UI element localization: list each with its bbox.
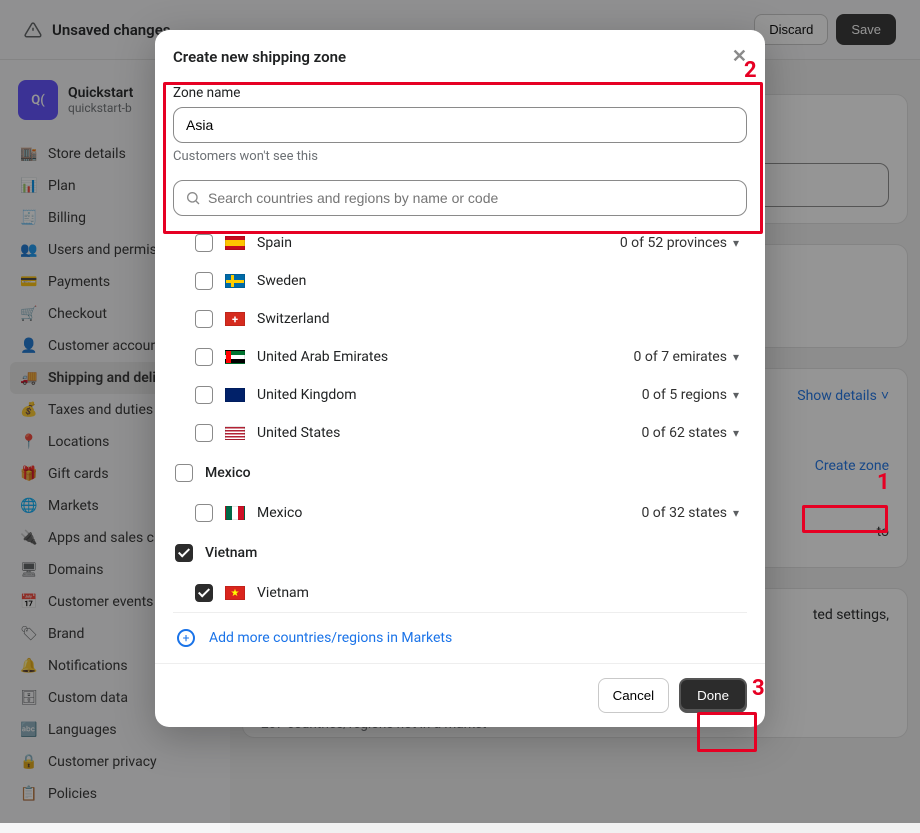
country-row[interactable]: United Arab Emirates 0 of 7 emirates ▾ <box>171 338 743 376</box>
zone-name-input[interactable] <box>173 107 747 143</box>
zone-help-text: Customers won't see this <box>173 149 747 164</box>
checkbox-country[interactable] <box>195 348 213 366</box>
country-row[interactable]: + Switzerland <box>171 300 743 338</box>
flag-icon <box>225 236 245 250</box>
country-label: United Arab Emirates <box>257 349 388 365</box>
subdivision-link[interactable]: 0 of 32 states ▾ <box>641 505 739 521</box>
chevron-down-icon: ▾ <box>733 388 739 402</box>
shipping-zone-modal: Create new shipping zone ✕ Zone name Cus… <box>155 30 765 727</box>
country-label: Mexico <box>257 505 302 521</box>
subdivision-link[interactable]: 0 of 52 provinces ▾ <box>620 235 739 251</box>
country-label: Sweden <box>257 273 306 289</box>
country-row[interactable]: United Kingdom 0 of 5 regions ▾ <box>171 376 743 414</box>
country-list[interactable]: Spain 0 of 52 provinces ▾ Sweden + Switze… <box>171 224 749 612</box>
subdivision-link[interactable]: 0 of 5 regions ▾ <box>642 387 739 403</box>
flag-icon <box>225 388 245 402</box>
group-label: Mexico <box>205 465 251 481</box>
chevron-down-icon: ▾ <box>733 506 739 520</box>
checkbox-country[interactable] <box>195 310 213 328</box>
country-row[interactable]: United States 0 of 62 states ▾ <box>171 414 743 452</box>
subdivision-count: 0 of 5 regions <box>642 387 727 403</box>
subdivision-count: 0 of 52 provinces <box>620 235 727 251</box>
checkbox-country[interactable] <box>195 424 213 442</box>
country-label: Spain <box>257 235 292 251</box>
subdivision-link[interactable]: 0 of 7 emirates ▾ <box>634 349 739 365</box>
flag-icon <box>225 426 245 440</box>
flag-icon: ★ <box>225 586 245 600</box>
close-icon[interactable]: ✕ <box>732 46 747 67</box>
country-row[interactable]: Spain 0 of 52 provinces ▾ <box>171 224 743 262</box>
add-more-label: Add more countries/regions in Markets <box>209 630 452 646</box>
chevron-down-icon: ▾ <box>733 350 739 364</box>
country-label: United Kingdom <box>257 387 357 403</box>
country-search-input[interactable] <box>173 180 747 216</box>
country-label: United States <box>257 425 340 441</box>
country-row[interactable]: Sweden <box>171 262 743 300</box>
checkbox-vietnam-group[interactable] <box>175 544 193 562</box>
flag-icon <box>225 350 245 364</box>
flag-icon <box>225 506 245 520</box>
group-label: Vietnam <box>205 545 257 561</box>
modal-title: Create new shipping zone <box>173 48 346 66</box>
plus-circle-icon: + <box>177 629 195 647</box>
chevron-down-icon: ▾ <box>733 236 739 250</box>
group-vietnam[interactable]: Vietnam <box>171 532 743 574</box>
checkbox-mexico-group[interactable] <box>175 464 193 482</box>
checkbox-mexico[interactable] <box>195 504 213 522</box>
checkbox-country[interactable] <box>195 386 213 404</box>
subdivision-count: 0 of 32 states <box>641 505 727 521</box>
country-label: Vietnam <box>257 585 309 601</box>
checkbox-country[interactable] <box>195 272 213 290</box>
subdivision-count: 0 of 7 emirates <box>634 349 727 365</box>
flag-icon <box>225 274 245 288</box>
group-mexico[interactable]: Mexico <box>171 452 743 494</box>
chevron-down-icon: ▾ <box>733 426 739 440</box>
add-more-countries-link[interactable]: + Add more countries/regions in Markets <box>173 612 747 663</box>
checkbox-country[interactable] <box>195 234 213 252</box>
subdivision-count: 0 of 62 states <box>641 425 727 441</box>
country-mexico[interactable]: Mexico 0 of 32 states ▾ <box>171 494 743 532</box>
checkbox-vietnam[interactable] <box>195 584 213 602</box>
flag-icon: + <box>225 312 245 326</box>
zone-name-label: Zone name <box>173 85 747 101</box>
search-icon <box>185 190 201 206</box>
cancel-button[interactable]: Cancel <box>598 678 670 713</box>
done-button[interactable]: Done <box>679 678 747 713</box>
country-vietnam[interactable]: ★ Vietnam <box>171 574 743 612</box>
subdivision-link[interactable]: 0 of 62 states ▾ <box>641 425 739 441</box>
country-label: Switzerland <box>257 311 329 327</box>
